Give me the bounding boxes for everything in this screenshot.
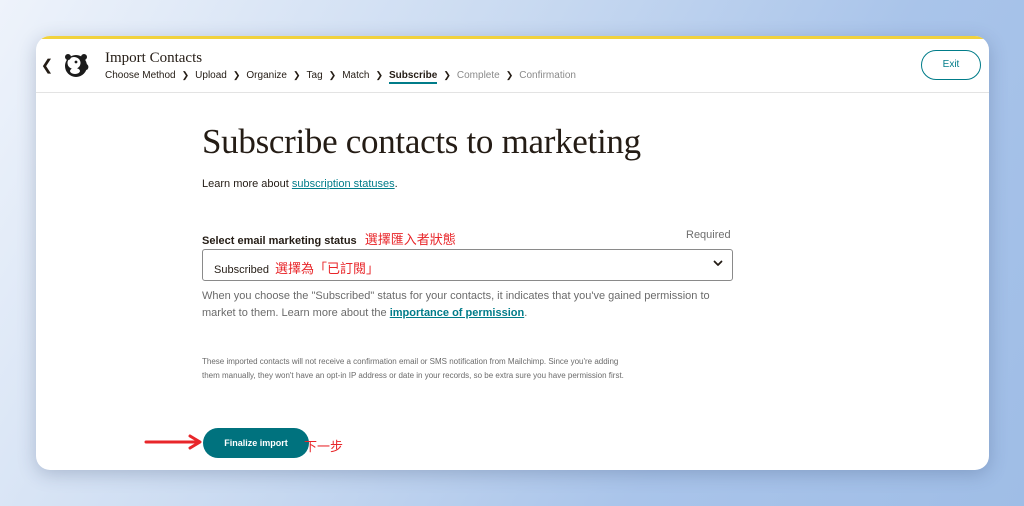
breadcrumb-step-organize[interactable]: Organize	[246, 70, 287, 81]
next-step-annotation: 下一步	[304, 439, 344, 454]
field-annotation: 選擇匯入者狀態	[364, 232, 456, 247]
finalize-import-button[interactable]: Finalize import	[203, 428, 309, 458]
chevron-right-icon: ❯	[443, 70, 451, 80]
header-bar: ❮ Import Contacts Choose Method ❯ Upload ❯ O…	[36, 39, 989, 93]
import-note: These imported contacts will not receive…	[202, 357, 624, 380]
mailchimp-logo	[65, 54, 89, 77]
email-status-label: Select email marketing status 選擇匯入者狀態	[202, 229, 456, 248]
breadcrumb-step-complete: Complete	[456, 70, 500, 81]
chevron-right-icon: ❯	[232, 70, 241, 80]
learn-more-suffix: .	[394, 178, 398, 190]
breadcrumb-step-confirmation: Confirmation	[519, 70, 576, 81]
breadcrumb: Choose Method ❯ Upload ❯ Organize ❯ Tag ❯ Match ❯…	[105, 70, 576, 84]
learn-more-text: Learn more about subscription statuses.	[202, 178, 398, 190]
permission-help-text: When you choose the "Subscribed" status …	[202, 288, 742, 322]
red-arrow-annotation	[144, 434, 202, 450]
exit-button[interactable]: Exit	[921, 50, 981, 80]
chevron-right-icon: ❯	[505, 70, 514, 80]
learn-more-prefix: Learn more about	[202, 178, 292, 190]
required-indicator: Required	[686, 229, 731, 241]
import-window: ❮ Import Contacts Choose Method ❯ Upload ❯ O…	[36, 36, 989, 470]
importance-of-permission-link[interactable]: importance of permission	[390, 307, 524, 319]
select-value: Subscribed	[214, 264, 270, 276]
select-value-wrap: Subscribed 選擇為「已訂閱」	[214, 258, 379, 277]
breadcrumb-step-upload[interactable]: Upload	[195, 70, 227, 81]
chevron-right-icon: ❯	[375, 70, 383, 80]
field-label-text: Select email marketing status	[202, 235, 357, 247]
subscription-statuses-link[interactable]: subscription statuses	[292, 178, 395, 190]
breadcrumb-step-tag[interactable]: Tag	[307, 70, 323, 81]
page-title: Import Contacts	[105, 50, 203, 66]
chevron-right-icon: ❯	[181, 70, 190, 80]
help-suffix: .	[524, 307, 528, 319]
select-annotation: 選擇為「已訂閱」	[275, 261, 380, 276]
breadcrumb-step-match[interactable]: Match	[342, 70, 369, 81]
page-heading: Subscribe contacts to marketing	[202, 122, 641, 161]
breadcrumb-step-subscribe: Subscribe	[388, 70, 438, 84]
chevron-right-icon: ❯	[292, 70, 301, 80]
chevron-right-icon: ❯	[328, 70, 337, 80]
back-chevron-icon[interactable]: ❮	[40, 56, 54, 74]
breadcrumb-step-choose-method[interactable]: Choose Method	[105, 70, 176, 81]
chevron-down-icon	[713, 260, 723, 266]
email-status-select[interactable]: Subscribed 選擇為「已訂閱」	[202, 249, 733, 281]
